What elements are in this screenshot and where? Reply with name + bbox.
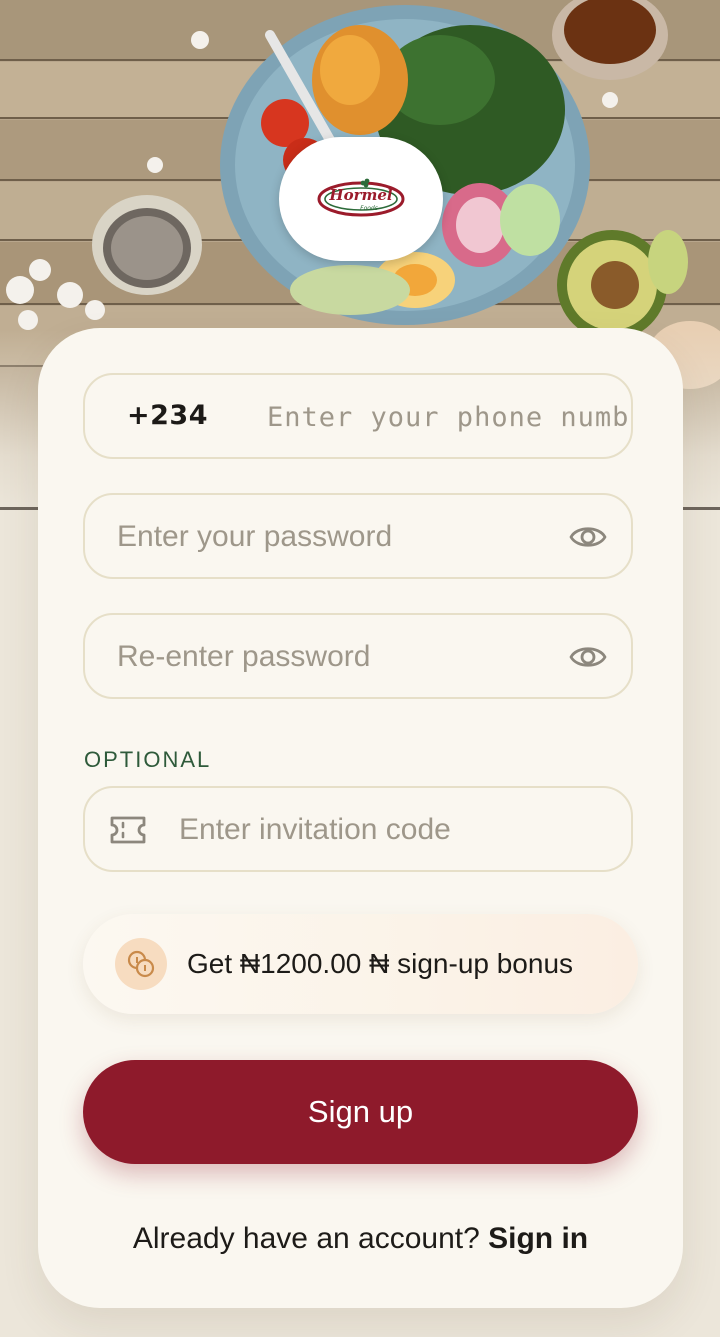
- signin-prompt: Already have an account?: [132, 1222, 480, 1255]
- bonus-text: Get ₦1200.00 ₦ sign-up bonus: [187, 948, 574, 979]
- signup-bonus-banner: Get ₦1200.00 ₦ sign-up bonus: [83, 914, 638, 1014]
- confirm-password-field[interactable]: [83, 613, 633, 699]
- country-code[interactable]: +234: [127, 400, 208, 431]
- confirm-password-input[interactable]: [117, 637, 547, 677]
- phone-field[interactable]: +234: [83, 373, 633, 459]
- invitation-input[interactable]: [179, 810, 599, 850]
- eye-icon[interactable]: [569, 518, 607, 556]
- signup-card: +234 OPTIONAL: [38, 328, 683, 1308]
- eye-icon[interactable]: [569, 638, 607, 676]
- ticket-icon: [109, 814, 147, 846]
- password-input[interactable]: [117, 517, 547, 557]
- logo-text: Hormel: [328, 186, 392, 204]
- signin-row: Already have an account? Sign in: [38, 1222, 683, 1256]
- optional-label: OPTIONAL: [84, 747, 212, 772]
- phone-input[interactable]: [267, 397, 631, 437]
- signin-link[interactable]: Sign in: [488, 1222, 588, 1255]
- invitation-field[interactable]: [83, 786, 633, 872]
- logo-subtext: Foods: [360, 205, 378, 212]
- brand-logo: Hormel Foods: [279, 137, 443, 261]
- coins-icon: [115, 938, 167, 990]
- password-field[interactable]: [83, 493, 633, 579]
- signup-button[interactable]: Sign up: [83, 1060, 638, 1164]
